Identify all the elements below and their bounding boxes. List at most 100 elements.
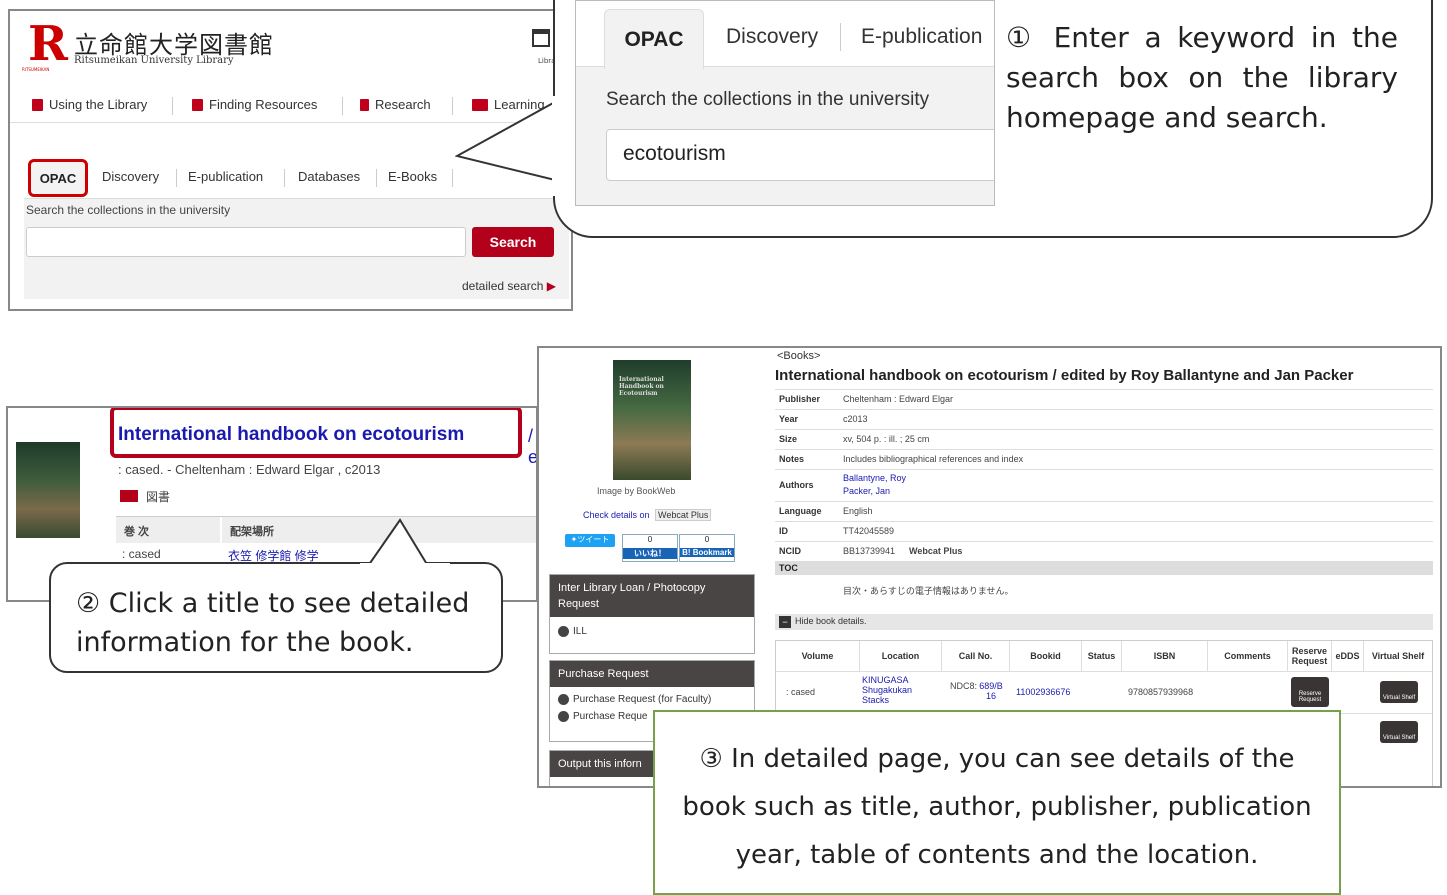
col-call-no: Call No. (942, 641, 1010, 671)
col-virtual-shelf: Virtual Shelf (1364, 641, 1432, 671)
tab-e-publication[interactable]: E-publication (188, 169, 263, 184)
col-volume: Volume (776, 641, 860, 671)
callout-line: book such as title, author, publisher, p… (682, 792, 1312, 822)
field-value: Cheltenham : Edward Elgar (843, 394, 954, 404)
col-bookid: Bookid (1010, 641, 1082, 671)
ill-label: ILL (573, 626, 587, 637)
logo-mark: R (28, 16, 68, 72)
detailed-search-link[interactable]: detailed search ▶ (462, 279, 556, 293)
callout-2-pointer (360, 518, 450, 568)
webcat-link[interactable]: Webcat Plus (909, 546, 962, 556)
author-link[interactable]: Packer, Jan (843, 486, 890, 496)
ill-header: Inter Library Loan / Photocopy Request (550, 575, 754, 617)
purchase-header: Purchase Request (550, 661, 754, 687)
col-location: Location (860, 641, 942, 671)
result-meta: : cased. - Cheltenham : Edward Elgar , c… (118, 462, 381, 477)
toc-header: TOC (775, 561, 1433, 575)
caret-right-icon: ▶ (546, 279, 556, 293)
archive-icon (192, 98, 203, 111)
ill-icon (558, 626, 569, 637)
nav-label: Using the Library (49, 97, 148, 112)
callout-line: ③ In detailed page, you can see details … (699, 744, 1295, 774)
zoom-tab-discovery[interactable]: Discovery (726, 25, 818, 49)
callout-line: year, table of contents and the location… (735, 840, 1259, 870)
callout-1-pointer (455, 96, 562, 196)
zoom-tab-e-publication[interactable]: E-publication (861, 25, 982, 49)
toc-value: 目次・あらすじの電子情報はありません。 (843, 586, 1014, 596)
like-label: いいね！ (623, 548, 677, 559)
ill-link[interactable]: ILL (550, 623, 754, 640)
cell-bookid-link[interactable]: 11002936676 (1016, 687, 1070, 697)
cell-call-no-link[interactable]: 689/B 16 (976, 681, 1006, 701)
zoom-tabs: OPAC Discovery E-publication (576, 1, 994, 69)
reserve-request-button[interactable]: Reserve Request (1291, 677, 1329, 707)
tweet-button[interactable]: ✦ツイート (565, 534, 615, 547)
col-isbn: ISBN (1122, 641, 1208, 671)
cell-volume: : cased (786, 687, 816, 697)
logo-english: Ritsumeikan University Library (74, 55, 234, 66)
like-button[interactable]: 0 いいね！ (622, 534, 678, 562)
bookmark-label: B! Bookmark (680, 548, 734, 557)
col-comments: Comments (1208, 641, 1288, 671)
callout-line: ① Enter a keyword in the (1006, 21, 1398, 54)
cover-title: International Handbook on Ecotourism (619, 376, 664, 397)
field-key: Size (779, 434, 798, 444)
search-input[interactable] (26, 227, 466, 257)
field-row: Notes Includes bibliographical references… (775, 449, 1433, 469)
logo-sub: RITSUMEIKAN (22, 67, 50, 72)
callout-1-text: ① Enter a keyword in the search box on t… (1006, 18, 1398, 138)
tab-discovery[interactable]: Discovery (102, 169, 159, 184)
cart-icon (558, 694, 569, 705)
webcat-plus-button[interactable]: Webcat Plus (655, 509, 712, 521)
book-cover[interactable] (16, 442, 80, 538)
purchase-faculty-label: Purchase Request (for Faculty) (573, 694, 712, 705)
cell-call-prefix: NDC8: (950, 681, 978, 691)
cell-location-link[interactable]: KINUGASA Shugakukan Stacks (862, 675, 922, 705)
field-value: TT42045589 (843, 526, 895, 536)
field-row: ID TT42045589 (775, 521, 1433, 541)
field-row: Year c2013 (775, 409, 1433, 429)
field-value: Includes bibliographical references and … (843, 454, 1024, 464)
nav-finding-resources[interactable]: Finding Resources (192, 97, 317, 112)
field-key: Language (779, 506, 822, 516)
zoom-tab-opac[interactable]: OPAC (604, 9, 704, 69)
tab-databases[interactable]: Databases (298, 169, 360, 184)
book-icon (32, 98, 43, 111)
check-details-link[interactable]: Check details on (583, 510, 650, 520)
detailed-search-label: detailed search (462, 279, 544, 293)
field-key: Authors (779, 480, 814, 490)
field-row: Publisher Cheltenham : Edward Elgar (775, 389, 1433, 409)
tab-opac[interactable]: OPAC (28, 159, 88, 197)
col-edds: eDDS (1332, 641, 1364, 671)
field-key: ID (779, 526, 788, 536)
zoom-search-input[interactable]: ecotourism (606, 129, 994, 181)
search-panel: Search the collections in the university… (24, 199, 569, 299)
col-status: Status (1082, 641, 1122, 671)
nav-label: Finding Resources (209, 97, 318, 112)
nav-research[interactable]: Research (360, 97, 431, 112)
search-button[interactable]: Search (472, 227, 554, 257)
col-reserve: Reserve Request (1288, 641, 1332, 671)
field-row: NCID BB13739941 Webcat Plus (775, 541, 1433, 561)
hide-details-bar[interactable]: Hide book details. (775, 614, 1433, 630)
calendar-icon[interactable] (532, 29, 550, 47)
bookmark-count: 0 (704, 535, 710, 544)
bookmark-button[interactable]: 0 B! Bookmark (679, 534, 735, 562)
field-row: Authors Ballantyne, Roy Packer, Jan (775, 469, 1433, 501)
flask-icon (360, 98, 369, 111)
tab-e-books[interactable]: E-Books (388, 169, 437, 184)
field-key: NCID (779, 546, 801, 556)
field-row: Size xv, 504 p. : ill. ; 25 cm (775, 429, 1433, 449)
virtual-shelf-button[interactable]: Virtual Shelf (1380, 721, 1418, 743)
field-row: Language English (775, 501, 1433, 521)
purchase-faculty-link[interactable]: Purchase Request (for Faculty) (550, 691, 754, 708)
title-highlight (110, 408, 522, 458)
virtual-shelf-button[interactable]: Virtual Shelf (1380, 681, 1418, 703)
nav-label: Research (375, 97, 431, 112)
callout-line: search box on the library (1006, 61, 1398, 94)
author-link[interactable]: Ballantyne, Roy (843, 473, 906, 483)
field-value: c2013 (843, 414, 868, 424)
nav-using-library[interactable]: Using the Library (32, 97, 147, 112)
callout-line: homepage and search. (1006, 101, 1328, 134)
image-credit: Image by BookWeb (597, 486, 676, 496)
